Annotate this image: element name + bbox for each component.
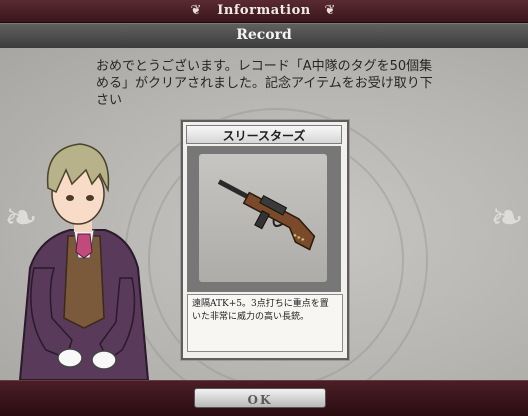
record-title: Record — [236, 27, 292, 43]
item-name: スリースターズ — [222, 129, 306, 143]
dialog-footer: OK — [0, 380, 528, 416]
ok-button[interactable]: OK — [194, 388, 326, 408]
information-title: Information — [217, 3, 311, 18]
fleur-icon: ❦ — [324, 3, 336, 18]
item-image-frame: ★★★ — [187, 146, 341, 292]
item-description-box: 遠隔ATK+5。3点打ちに重点を置いた非常に威力の高い長銃。 — [187, 294, 343, 352]
content-panel: ❧ ❧ おめでとうございます。レコード「A中隊のタグを50個集める」がクリアされ… — [0, 48, 528, 380]
ok-button-label: OK — [247, 393, 273, 407]
information-dialog: ❦ Information ❦ Record ❧ ❧ おめでとうございます。レコ… — [0, 0, 528, 416]
reward-item-card: スリースターズ ★★★ 遠隔ATK+5。3点打ちに重点を置いた非常に威力の高い長… — [181, 120, 349, 360]
information-header: ❦ Information ❦ — [0, 0, 528, 23]
rifle-icon: ★★★ — [217, 179, 316, 251]
item-name-bar: スリースターズ — [186, 125, 342, 144]
item-description: 遠隔ATK+5。3点打ちに重点を置いた非常に威力の高い長銃。 — [192, 299, 329, 322]
item-image-box: ★★★ — [199, 154, 327, 282]
side-ornament-right-icon: ❧ — [490, 195, 524, 241]
character-portrait — [18, 143, 150, 380]
reward-message: おめでとうございます。レコード「A中隊のタグを50個集める」がクリアされました。… — [96, 59, 433, 108]
record-header: Record — [0, 23, 528, 49]
